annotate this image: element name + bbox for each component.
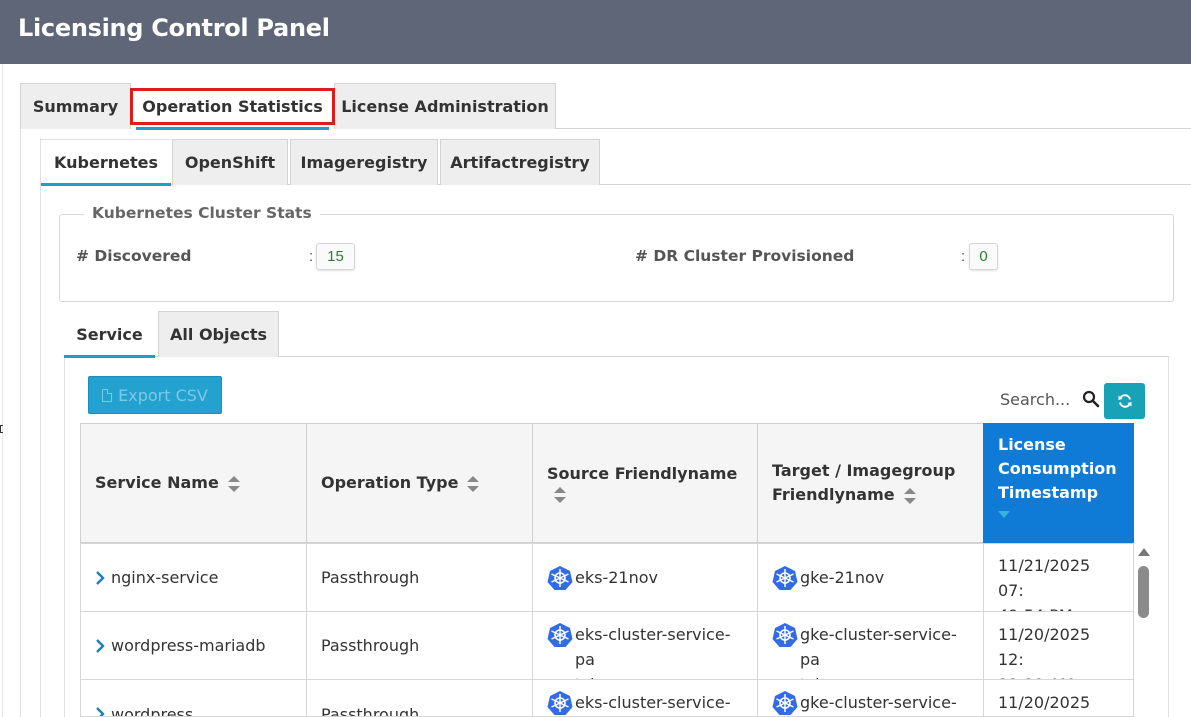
operation-type: Passthrough: [321, 568, 420, 587]
table-cell-operation: Passthrough: [306, 543, 533, 612]
column-label: Source Friendlyname: [547, 464, 738, 483]
operation-type: Passthrough: [321, 636, 420, 655]
title-bar: Licensing Control Panel: [0, 0, 1191, 64]
tab-label: OpenShift: [184, 153, 276, 172]
table-row-service[interactable]: wordpress-mariadb: [80, 611, 307, 680]
column-header-operation-type[interactable]: Operation Type: [306, 423, 533, 543]
column-label: Service Name: [95, 473, 219, 492]
export-csv-button[interactable]: Export CSV: [88, 376, 222, 414]
column-label: Operation Type: [321, 473, 459, 492]
search-icon[interactable]: [1082, 390, 1100, 408]
column-header-target-friendlyname[interactable]: Target / Imagegroup Friendlyname: [757, 423, 984, 543]
service-name: wordpress-mariadb: [111, 636, 266, 655]
tab-label: Imageregistry: [300, 153, 428, 172]
operation-type: Passthrough: [321, 705, 420, 717]
cluster-stats-legend: Kubernetes Cluster Stats: [84, 204, 320, 222]
tab-kubernetes[interactable]: Kubernetes: [41, 139, 171, 186]
table-cell-source: eks-cluster-service-patch: [532, 611, 758, 680]
export-csv-label: Export CSV: [118, 385, 208, 405]
table-cell-target: gke-cluster-service-pa: [757, 679, 984, 717]
service-name: wordpress: [111, 705, 194, 717]
kubernetes-icon: [772, 691, 798, 715]
cluster-stats-box: [59, 214, 1174, 302]
search-input[interactable]: [1000, 386, 1080, 412]
column-header-license-timestamp[interactable]: License Consumption Timestamp: [983, 423, 1134, 543]
active-tab-indicator: [41, 183, 171, 186]
scroll-up-arrow-icon[interactable]: [1138, 548, 1150, 556]
table-row-service[interactable]: wordpress: [80, 679, 307, 717]
kubernetes-icon: [547, 623, 573, 647]
tab-imageregistry[interactable]: Imageregistry: [290, 139, 438, 185]
sort-icon[interactable]: [903, 487, 917, 505]
source-friendlyname: eks-cluster-service-pa: [575, 693, 731, 712]
column-label: License Consumption Timestamp: [998, 435, 1117, 502]
scrollbar-thumb[interactable]: [1138, 566, 1149, 618]
tab-artifactregistry[interactable]: Artifactregistry: [440, 139, 600, 185]
table-cell-operation: Passthrough: [306, 611, 533, 680]
timestamp-line: 11/21/2025 07:: [998, 556, 1091, 600]
source-friendlyname: eks-21nov: [575, 567, 658, 587]
resize-handle[interactable]: [0, 425, 3, 433]
dr-provisioned-separator: :: [961, 248, 966, 265]
tab-label: Kubernetes: [54, 153, 158, 172]
table-row-service[interactable]: nginx-service: [80, 543, 307, 612]
column-label: Target / Imagegroup Friendlyname: [772, 461, 956, 504]
target-friendlyname: gke-cluster-service-pa: [800, 625, 957, 669]
tab-label: Artifactregistry: [450, 153, 590, 172]
table-cell-timestamp: 11/20/2025 12:: [983, 679, 1134, 717]
service-name: nginx-service: [111, 568, 219, 587]
tab-label: Summary: [32, 97, 119, 116]
table-cell-operation: Passthrough: [306, 679, 533, 717]
tab-license-administration[interactable]: License Administration: [334, 83, 556, 129]
active-tab-indicator: [64, 355, 155, 358]
table-cell-target: gke-cluster-service-patch: [757, 611, 984, 680]
table-cell-source: eks-21nov: [532, 543, 758, 612]
discovered-value: 15: [316, 243, 355, 270]
kubernetes-icon: [547, 691, 573, 715]
refresh-icon: [1118, 394, 1131, 408]
chevron-right-icon[interactable]: [95, 638, 105, 653]
kubernetes-icon: [772, 565, 798, 590]
sort-icon[interactable]: [553, 486, 567, 504]
active-tab-indicator: [136, 127, 329, 130]
target-friendlyname: gke-cluster-service-pa: [800, 693, 957, 712]
refresh-button[interactable]: [1104, 383, 1145, 419]
highlight-box: [130, 88, 335, 125]
tab-all-objects[interactable]: All Objects: [158, 311, 279, 357]
dr-provisioned-label: # DR Cluster Provisioned: [635, 247, 855, 265]
table-cell-timestamp: 11/21/2025 07:49:54 PM: [983, 543, 1134, 612]
discovered-separator: :: [309, 248, 314, 265]
column-header-service-name[interactable]: Service Name: [80, 423, 307, 543]
tab-label: All Objects: [170, 325, 267, 344]
left-border: [2, 64, 3, 717]
file-icon: [102, 388, 113, 402]
tab-label: License Administration: [341, 97, 549, 116]
tab-service[interactable]: Service: [64, 311, 155, 358]
tab-label: Service: [76, 324, 143, 344]
sort-icon[interactable]: [466, 475, 480, 493]
discovered-label: # Discovered: [76, 247, 192, 265]
timestamp-line: 11/20/2025 12:: [998, 693, 1091, 712]
tab-openshift[interactable]: OpenShift: [172, 139, 288, 185]
timestamp-line: 11/20/2025 12:: [998, 625, 1091, 669]
sort-icon[interactable]: [227, 475, 241, 493]
kubernetes-icon: [547, 565, 573, 590]
table-cell-timestamp: 11/20/2025 12:11:19 AM: [983, 611, 1134, 680]
target-friendlyname: gke-21nov: [800, 567, 885, 587]
page-title: Licensing Control Panel: [18, 14, 330, 42]
table-cell-source: eks-cluster-service-pa: [532, 679, 758, 717]
chevron-right-icon[interactable]: [95, 707, 105, 717]
dr-provisioned-value: 0: [969, 243, 998, 270]
source-friendlyname: eks-cluster-service-pa: [575, 625, 731, 669]
sort-desc-icon[interactable]: [998, 511, 1010, 519]
tab-summary[interactable]: Summary: [20, 83, 131, 129]
column-header-source-friendlyname[interactable]: Source Friendlyname: [532, 423, 758, 543]
kubernetes-icon: [772, 623, 798, 647]
chevron-right-icon[interactable]: [95, 570, 105, 585]
table-cell-target: gke-21nov: [757, 543, 984, 612]
